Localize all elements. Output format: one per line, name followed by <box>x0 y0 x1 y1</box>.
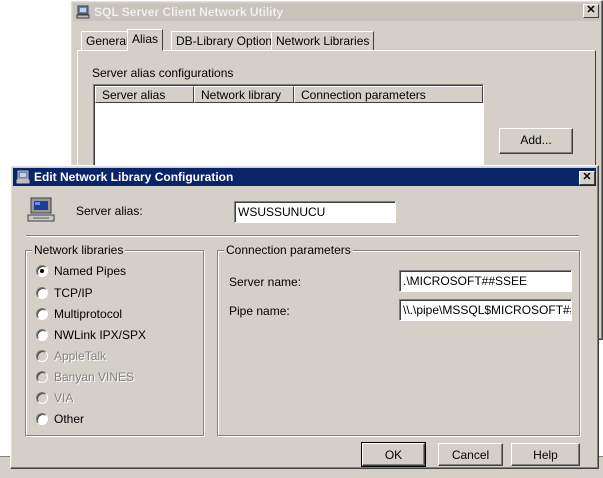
radio-button <box>36 371 48 383</box>
tab-db-library-options[interactable]: DB-Library Options <box>171 31 284 51</box>
radio-via: VIA <box>36 391 73 405</box>
close-icon[interactable]: ✕ <box>583 4 599 18</box>
server-name-label: Server name: <box>229 275 302 289</box>
radio-nwlink-ipx-spx[interactable]: NWLink IPX/SPX <box>36 328 146 342</box>
radio-tcp-ip[interactable]: TCP/IP <box>36 286 93 300</box>
pipe-name-input[interactable]: \\.\pipe\MSSQL$MICROSOFT## <box>399 299 572 321</box>
server-name-input[interactable]: .\MICROSOFT##SSEE <box>399 270 572 292</box>
radio-button <box>36 350 48 362</box>
radio-appletalk: AppleTalk <box>36 349 106 363</box>
dialog-titlebar[interactable]: Edit Network Library Configuration <box>13 168 596 186</box>
tab-network-libraries[interactable]: Network Libraries <box>271 31 375 51</box>
computer-icon <box>16 170 30 184</box>
cancel-button[interactable]: Cancel <box>438 443 503 466</box>
tab-general[interactable]: General <box>81 31 134 51</box>
connection-parameters-group: Connection parameters Server name: .\MIC… <box>217 243 580 436</box>
radio-other[interactable]: Other <box>36 412 84 426</box>
radio-button[interactable] <box>36 308 48 320</box>
radio-button[interactable] <box>36 287 48 299</box>
edit-network-library-dialog: Edit Network Library Configuration ✕ Ser… <box>10 165 599 469</box>
add-button[interactable]: Add... <box>499 128 573 154</box>
server-alias-list[interactable]: Server alias Network library Connection … <box>93 84 484 174</box>
close-icon[interactable]: ✕ <box>579 171 595 185</box>
radio-button[interactable] <box>36 329 48 341</box>
help-button[interactable]: Help <box>511 443 580 466</box>
window-title: SQL Server Client Network Utility <box>94 5 284 19</box>
separator <box>26 235 579 237</box>
pipe-name-label: Pipe name: <box>229 304 290 318</box>
computer-icon <box>76 5 90 19</box>
section-label: Server alias configurations <box>92 66 234 80</box>
client-network-utility-titlebar[interactable]: SQL Server Client Network Utility <box>73 3 600 21</box>
server-alias-input[interactable]: WSUSSUNUCU <box>234 201 396 223</box>
network-libraries-group: Network libraries Named Pipes TCP/IP Mul… <box>25 243 204 436</box>
connection-parameters-title: Connection parameters <box>224 243 353 257</box>
radio-button[interactable] <box>36 265 48 277</box>
radio-button <box>36 392 48 404</box>
radio-button[interactable] <box>36 413 48 425</box>
column-header-connection-parameters[interactable]: Connection parameters <box>294 86 483 103</box>
radio-banyan-vines: Banyan VINES <box>36 370 134 384</box>
column-header-network-library[interactable]: Network library <box>194 86 294 103</box>
ok-button[interactable]: OK <box>361 442 426 467</box>
radio-named-pipes[interactable]: Named Pipes <box>36 264 126 278</box>
dialog-title: Edit Network Library Configuration <box>34 170 234 184</box>
tab-alias[interactable]: Alias <box>127 29 164 51</box>
column-header-server-alias[interactable]: Server alias <box>95 86 194 103</box>
server-alias-label: Server alias: <box>76 204 143 218</box>
computer-icon <box>27 197 55 222</box>
radio-multiprotocol[interactable]: Multiprotocol <box>36 307 122 321</box>
network-libraries-title: Network libraries <box>32 243 126 257</box>
